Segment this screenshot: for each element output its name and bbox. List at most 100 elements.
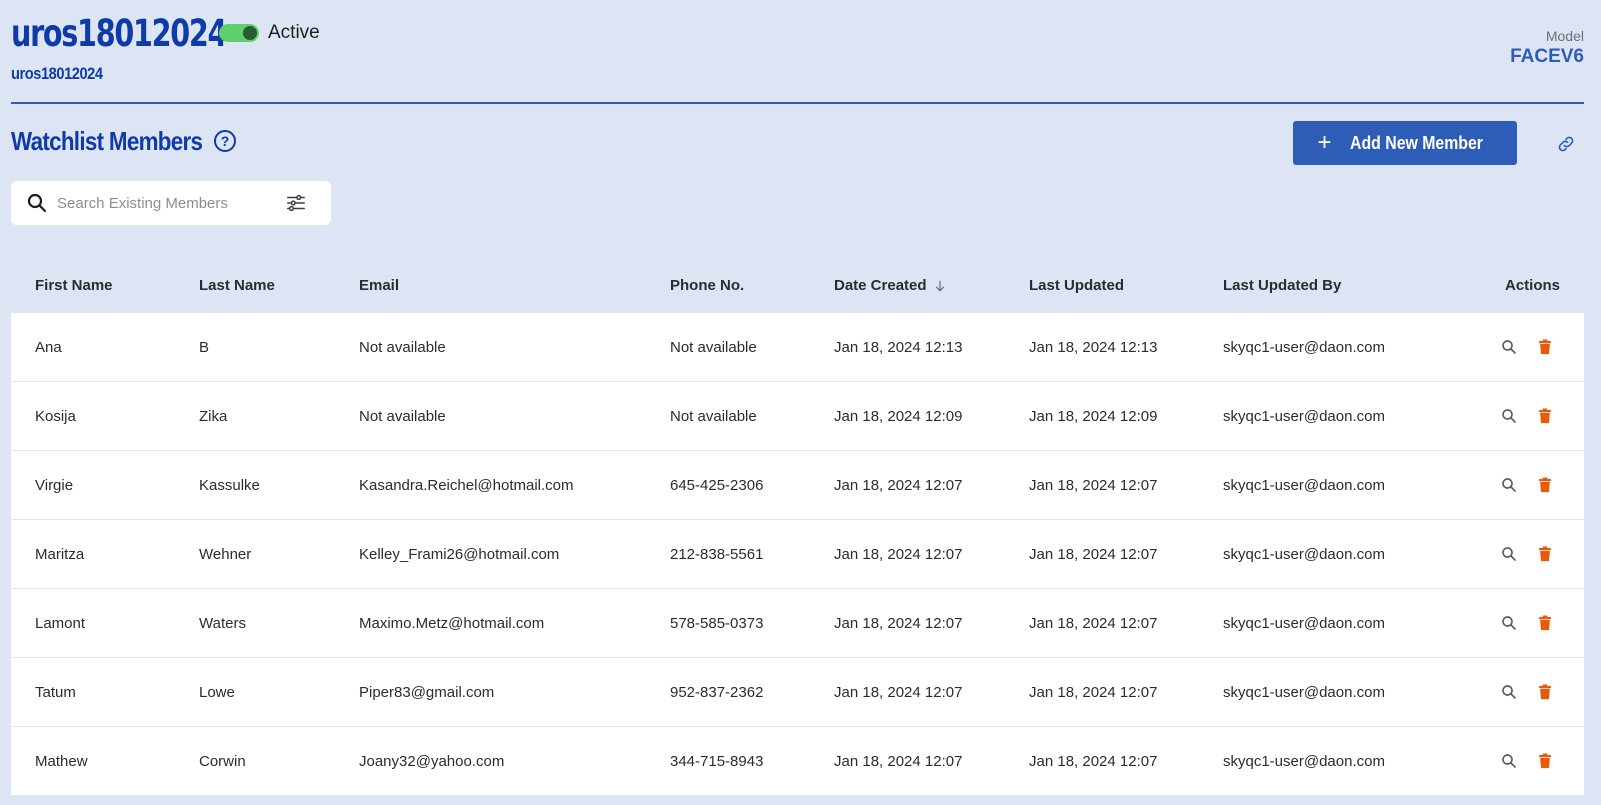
cell-last-updated-by: skyqc1-user@daon.com — [1223, 683, 1385, 701]
cell-email: Piper83@gmail.com — [359, 683, 495, 701]
members-table: First Name Last Name Email Phone No. Dat… — [11, 258, 1584, 796]
add-new-member-button[interactable]: + Add New Member — [1293, 121, 1517, 165]
cell-last-name: Kassulke — [199, 476, 260, 494]
link-icon[interactable] — [1556, 134, 1576, 154]
cell-first-name: Kosija — [35, 407, 76, 425]
col-first-name[interactable]: First Name — [11, 277, 199, 294]
magnifier-icon[interactable] — [1500, 614, 1518, 632]
cell-last-name: Wehner — [199, 545, 252, 563]
cell-last-updated-by: skyqc1-user@daon.com — [1223, 545, 1385, 563]
search-input[interactable] — [57, 194, 277, 212]
row-actions — [1487, 338, 1584, 356]
cell-phone: 645-425-2306 — [670, 476, 764, 494]
cell-last-updated-by: skyqc1-user@daon.com — [1223, 338, 1385, 356]
table-row[interactable]: Maritza Wehner Kelley_Frami26@hotmail.com 2… — [11, 520, 1584, 589]
cell-last-name: Lowe — [199, 683, 235, 701]
magnifier-icon[interactable] — [1500, 476, 1518, 494]
cell-last-updated-by: skyqc1-user@daon.com — [1223, 752, 1385, 770]
cell-last-name: B — [199, 338, 210, 356]
search-box — [11, 181, 331, 225]
magnifier-icon[interactable] — [1500, 338, 1518, 356]
cell-last-updated-by: skyqc1-user@daon.com — [1223, 476, 1385, 494]
cell-date-created: Jan 18, 2024 12:07 — [834, 545, 963, 563]
trash-icon[interactable] — [1536, 407, 1554, 425]
cell-phone: 952-837-2362 — [670, 683, 764, 701]
cell-last-updated: Jan 18, 2024 12:07 — [1029, 545, 1158, 563]
cell-email: Kelley_Frami26@hotmail.com — [359, 545, 560, 563]
table-row[interactable]: Virgie Kassulke Kasandra.Reichel@hotmail.c… — [11, 451, 1584, 520]
arrow-down-icon — [935, 280, 944, 292]
cell-last-name: Corwin — [199, 752, 246, 770]
cell-last-updated: Jan 18, 2024 12:07 — [1029, 476, 1158, 494]
col-last-updated-by[interactable]: Last Updated By — [1223, 277, 1487, 294]
cell-last-updated: Jan 18, 2024 12:13 — [1029, 338, 1158, 356]
model-label: Model — [1545, 28, 1584, 44]
row-actions — [1487, 476, 1584, 494]
model-info: Model FACEV6 — [1510, 28, 1584, 68]
table-row[interactable]: Kosija Zika Not available Not available Jan … — [11, 382, 1584, 451]
col-actions: Actions — [1504, 277, 1560, 294]
magnifier-icon[interactable] — [1500, 752, 1518, 770]
cell-first-name: Ana — [35, 338, 62, 356]
table-row[interactable]: Mathew Corwin Joany32@yahoo.com 344-715-894… — [11, 727, 1584, 796]
status-toggle-group: Active — [219, 22, 320, 44]
cell-last-updated: Jan 18, 2024 12:07 — [1029, 752, 1158, 770]
row-actions — [1487, 614, 1584, 632]
col-email[interactable]: Email — [359, 277, 670, 294]
page: uros18012024 Active uros18012024 Model F… — [0, 0, 1601, 805]
table-body: Ana B Not available Not available Jan 18, 20… — [11, 313, 1584, 796]
cell-email: Kasandra.Reichel@hotmail.com — [359, 476, 574, 494]
trash-icon[interactable] — [1536, 752, 1554, 770]
model-value: FACEV6 — [1510, 46, 1584, 67]
table-row[interactable]: Lamont Waters Maximo.Metz@hotmail.com 578-5… — [11, 589, 1584, 658]
table-row[interactable]: Tatum Lowe Piper83@gmail.com 952-837-2362 Ja… — [11, 658, 1584, 727]
col-date-created-label: Date Created — [834, 277, 927, 294]
cell-first-name: Lamont — [35, 614, 86, 632]
trash-icon[interactable] — [1536, 338, 1554, 356]
col-phone[interactable]: Phone No. — [670, 277, 834, 294]
cell-phone: Not available — [670, 338, 757, 356]
page-header: uros18012024 Active uros18012024 Model F… — [11, 0, 1584, 104]
cell-first-name: Mathew — [35, 752, 88, 770]
cell-last-name: Zika — [199, 407, 228, 425]
row-actions — [1487, 407, 1584, 425]
cell-phone: 212-838-5561 — [670, 545, 764, 563]
trash-icon[interactable] — [1536, 476, 1554, 494]
col-last-name[interactable]: Last Name — [199, 277, 359, 294]
status-label: Active — [268, 22, 320, 43]
table-row[interactable]: Ana B Not available Not available Jan 18, 20… — [11, 313, 1584, 382]
trash-icon[interactable] — [1536, 614, 1554, 632]
row-actions — [1487, 545, 1584, 563]
cell-phone: 578-585-0373 — [670, 614, 764, 632]
row-actions — [1487, 683, 1584, 701]
cell-date-created: Jan 18, 2024 12:07 — [834, 476, 963, 494]
cell-first-name: Maritza — [35, 545, 85, 563]
col-last-updated[interactable]: Last Updated — [1029, 277, 1223, 294]
section-title: Watchlist Members — [11, 126, 203, 156]
cell-last-name: Waters — [199, 614, 246, 632]
toggle-knob — [243, 26, 257, 40]
cell-first-name: Virgie — [35, 476, 74, 494]
cell-date-created: Jan 18, 2024 12:09 — [834, 407, 963, 425]
trash-icon[interactable] — [1536, 545, 1554, 563]
cell-email: Not available — [359, 407, 446, 425]
magnifier-icon[interactable] — [1500, 683, 1518, 701]
table-header: First Name Last Name Email Phone No. Dat… — [11, 258, 1584, 313]
row-actions — [1487, 752, 1584, 770]
status-toggle[interactable] — [219, 24, 259, 42]
cell-email: Maximo.Metz@hotmail.com — [359, 614, 545, 632]
section-bar: Watchlist Members ? + Add New Member — [11, 104, 1584, 174]
trash-icon[interactable] — [1536, 683, 1554, 701]
cell-first-name: Tatum — [35, 683, 76, 701]
cell-email: Not available — [359, 338, 446, 356]
cell-date-created: Jan 18, 2024 12:13 — [834, 338, 963, 356]
cell-last-updated-by: skyqc1-user@daon.com — [1223, 614, 1385, 632]
cell-last-updated: Jan 18, 2024 12:07 — [1029, 614, 1158, 632]
help-circle-icon[interactable]: ? — [214, 130, 236, 152]
page-title: uros18012024 — [11, 12, 227, 55]
cell-last-updated: Jan 18, 2024 12:07 — [1029, 683, 1158, 701]
filter-sliders-icon[interactable] — [285, 192, 307, 214]
magnifier-icon[interactable] — [1500, 545, 1518, 563]
col-date-created[interactable]: Date Created — [834, 277, 1029, 294]
magnifier-icon[interactable] — [1500, 407, 1518, 425]
